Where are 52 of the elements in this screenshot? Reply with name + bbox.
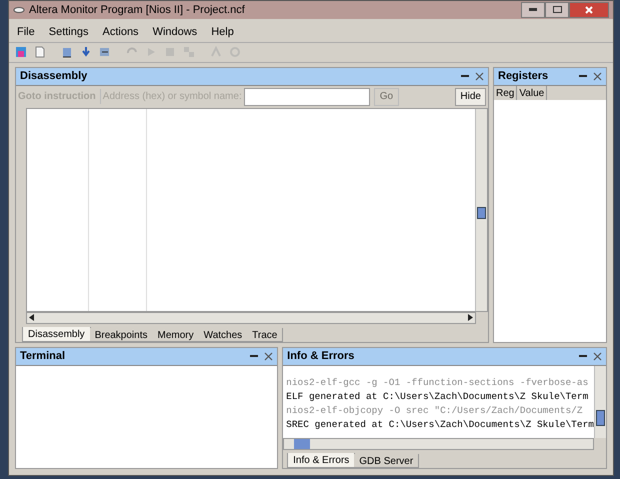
tab[interactable]: GDB Server (354, 454, 420, 468)
close-icon[interactable] (593, 352, 602, 361)
panel-title: Info & Errors (287, 349, 354, 364)
page-icon[interactable] (34, 46, 46, 58)
tab[interactable]: Trace (247, 328, 284, 342)
down-arrow-icon[interactable] (80, 46, 92, 58)
close-button[interactable] (569, 2, 609, 18)
tab[interactable]: Info & Errors (287, 452, 356, 468)
panel-title: Disassembly (20, 69, 88, 84)
minimize-icon[interactable] (579, 354, 587, 358)
scroll-thumb[interactable] (477, 206, 486, 219)
minimize-icon[interactable] (250, 354, 258, 358)
log-line: SREC generated at C:\Users\Zach\Documents\Z Skule\Term (286, 418, 594, 432)
panel-title: Registers (498, 69, 548, 84)
window-icon (13, 6, 25, 14)
close-icon[interactable] (593, 72, 602, 81)
tab[interactable]: Disassembly (22, 326, 91, 342)
menu-item[interactable]: File (15, 24, 37, 40)
window-title: Altera Monitor Program [Nios II] - Project.ncf (29, 2, 245, 18)
column-header[interactable]: Value (517, 86, 548, 100)
scroll-thumb[interactable] (596, 410, 605, 426)
menu-item[interactable]: Windows (150, 24, 200, 40)
log-line: nios2-elf-gcc -g -O1 -ffunction-sections -fverbose-as (286, 376, 590, 390)
maximize-button[interactable] (545, 2, 569, 18)
menu-item[interactable]: Settings (46, 24, 90, 40)
maximize-icon (552, 6, 562, 14)
scroll-left-icon[interactable] (29, 314, 34, 322)
horizontal-scrollbar[interactable] (26, 312, 476, 324)
menu-item[interactable]: Help (209, 24, 236, 40)
log-line: nios2-elf-objcopy -O srec "C:/Users/Zach/Documents/Z (286, 404, 584, 418)
tab[interactable]: Breakpoints (90, 328, 154, 342)
panel-title: Terminal (20, 349, 66, 364)
hide-button[interactable]: Hide (455, 88, 486, 106)
address-field[interactable] (244, 88, 370, 106)
scroll-thumb[interactable] (294, 438, 310, 449)
tab[interactable]: Watches (198, 328, 248, 342)
minimize-icon[interactable] (579, 74, 587, 78)
close-icon[interactable] (264, 352, 274, 361)
minimize-icon[interactable] (461, 74, 469, 78)
vertical-scrollbar[interactable] (594, 366, 606, 438)
close-icon[interactable] (475, 72, 484, 81)
minimize-button[interactable] (521, 2, 545, 18)
monitor-icon[interactable] (15, 46, 27, 58)
tab[interactable]: Memory (152, 328, 200, 342)
close-icon (585, 6, 593, 14)
log-line: ELF generated at C:\Users\Zach\Documents\Z Skule\Term (286, 390, 590, 404)
vertical-scrollbar[interactable] (475, 108, 487, 311)
scroll-right-icon[interactable] (468, 314, 473, 322)
menu-item[interactable]: Actions (100, 24, 141, 40)
horizontal-scrollbar[interactable] (283, 438, 594, 450)
column-header[interactable]: Reg (494, 86, 518, 100)
minimize-icon (529, 8, 537, 12)
